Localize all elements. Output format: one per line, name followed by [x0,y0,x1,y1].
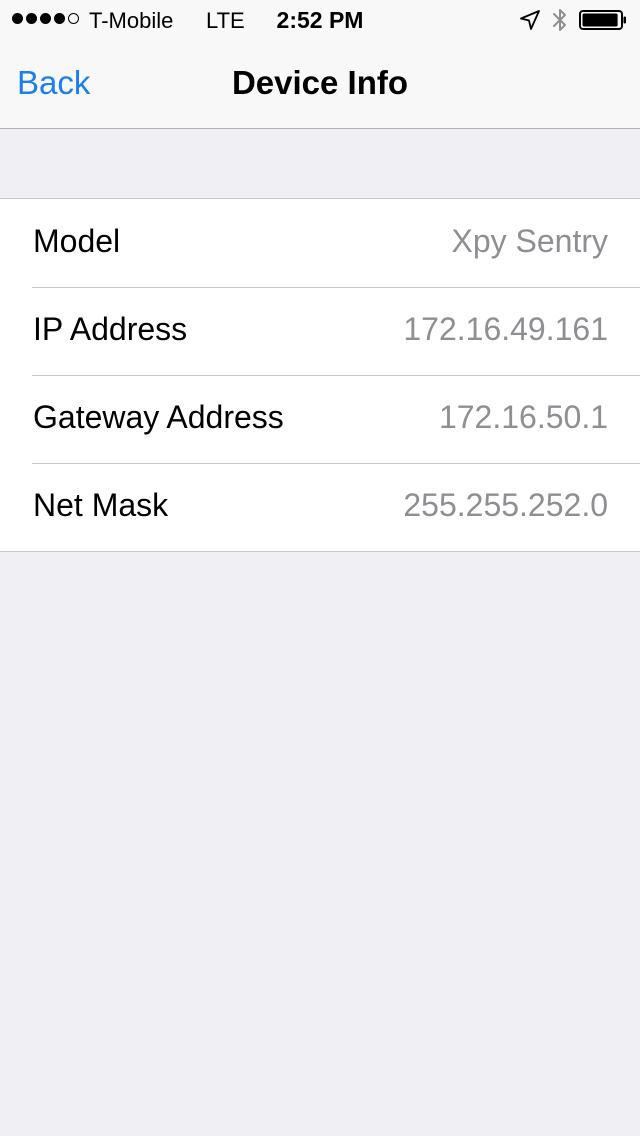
bluetooth-icon [553,9,566,31]
list-item-net-mask: Net Mask 255.255.252.0 [0,463,640,551]
status-time: 2:52 PM [276,7,364,33]
row-value: 172.16.49.161 [403,311,608,347]
row-label: Gateway Address [33,399,284,435]
list-item-ip-address: IP Address 172.16.49.161 [0,287,640,375]
header: T-Mobile LTE 2:52 PM Back Device Info [0,0,640,129]
battery-icon [579,10,626,30]
row-label: Net Mask [33,487,169,523]
list-item-model: Model Xpy Sentry [0,199,640,287]
row-value: Xpy Sentry [451,223,608,259]
device-info-list: Model Xpy Sentry IP Address 172.16.49.16… [0,198,640,552]
device-info-screen: T-Mobile LTE 2:52 PM Back Device Info Mo… [0,0,640,1136]
row-label: IP Address [33,311,188,347]
location-arrow-icon [520,10,540,30]
row-value: 255.255.252.0 [403,487,608,523]
list-item-gateway-address: Gateway Address 172.16.50.1 [0,375,640,463]
page-title: Device Info [231,64,409,101]
row-value: 172.16.50.1 [438,399,608,435]
row-label: Model [33,223,121,259]
status-bar: T-Mobile LTE 2:52 PM [0,0,640,40]
navigation-bar: Back Device Info [0,40,640,128]
